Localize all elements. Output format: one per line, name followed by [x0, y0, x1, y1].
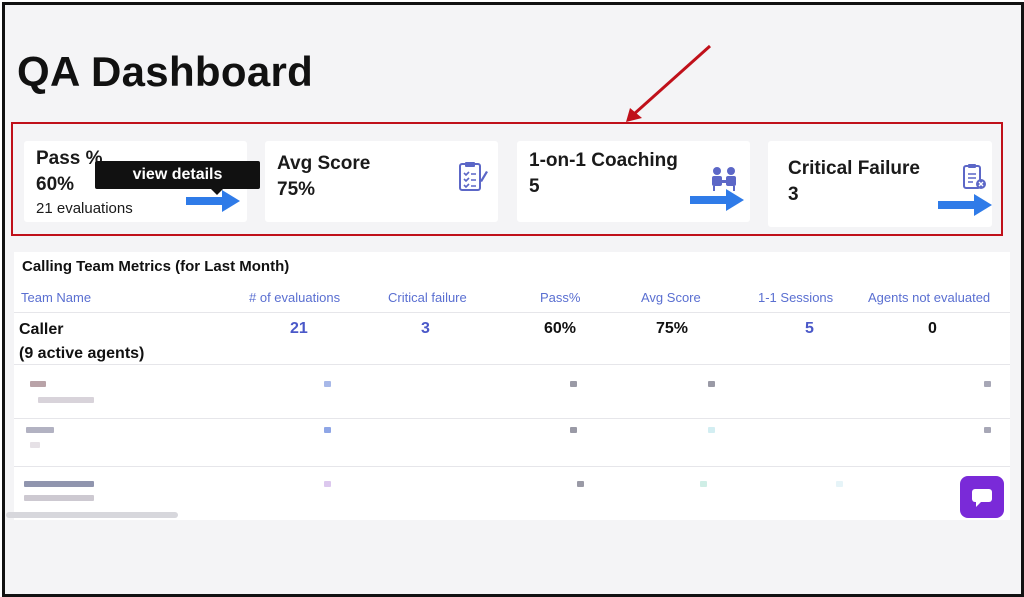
col-agents-not-evaluated[interactable]: Agents not evaluated	[868, 290, 990, 305]
col-evaluations[interactable]: # of evaluations	[249, 290, 340, 305]
col-avg-score[interactable]: Avg Score	[641, 290, 701, 305]
col-sessions[interactable]: 1-1 Sessions	[758, 290, 833, 305]
team-name: Caller	[19, 321, 64, 338]
arrow-right-icon[interactable]	[690, 189, 744, 211]
card-label: 1-on-1 Coaching	[529, 150, 678, 171]
card-label: Critical Failure	[788, 158, 920, 179]
avg-cell: 75%	[656, 320, 689, 337]
chat-icon	[972, 489, 992, 507]
col-team-name[interactable]: Team Name	[21, 290, 91, 305]
horizontal-scrollbar[interactable]	[6, 512, 178, 518]
row-divider	[14, 364, 1010, 365]
metrics-title: Calling Team Metrics (for Last Month)	[22, 258, 290, 275]
card-label: Avg Score	[277, 153, 371, 174]
arrow-right-icon[interactable]	[938, 194, 992, 216]
card-value: 75%	[277, 179, 316, 200]
not-evaluated-cell: 0	[928, 320, 937, 337]
col-pass[interactable]: Pass%	[540, 290, 580, 305]
row-divider	[14, 418, 1010, 419]
evaluations-cell[interactable]: 21	[290, 320, 308, 338]
metrics-panel: Calling Team Metrics (for Last Month) Te…	[14, 252, 1010, 520]
row-divider	[14, 466, 1010, 467]
view-details-tooltip: view details	[95, 161, 260, 195]
team-agents: (9 active agents)	[19, 345, 145, 362]
chat-button[interactable]	[960, 476, 1004, 518]
checklist-icon	[459, 162, 488, 191]
col-critical-failure[interactable]: Critical failure	[388, 290, 467, 305]
card-avg-score[interactable]: Avg Score 75%	[265, 141, 498, 222]
pass-cell: 60%	[544, 320, 577, 337]
card-critical-failure[interactable]: Critical Failure 3	[768, 141, 992, 227]
card-coaching[interactable]: 1-on-1 Coaching 5	[517, 141, 750, 222]
header-divider	[14, 312, 1010, 313]
sessions-cell[interactable]: 5	[805, 320, 814, 338]
critical-cell[interactable]: 3	[421, 320, 430, 338]
clipboard-alert-icon	[963, 164, 986, 189]
page-title: QA Dashboard	[17, 48, 314, 95]
coaching-icon	[712, 167, 736, 191]
team-name-cell: Caller (9 active agents)	[19, 318, 144, 366]
